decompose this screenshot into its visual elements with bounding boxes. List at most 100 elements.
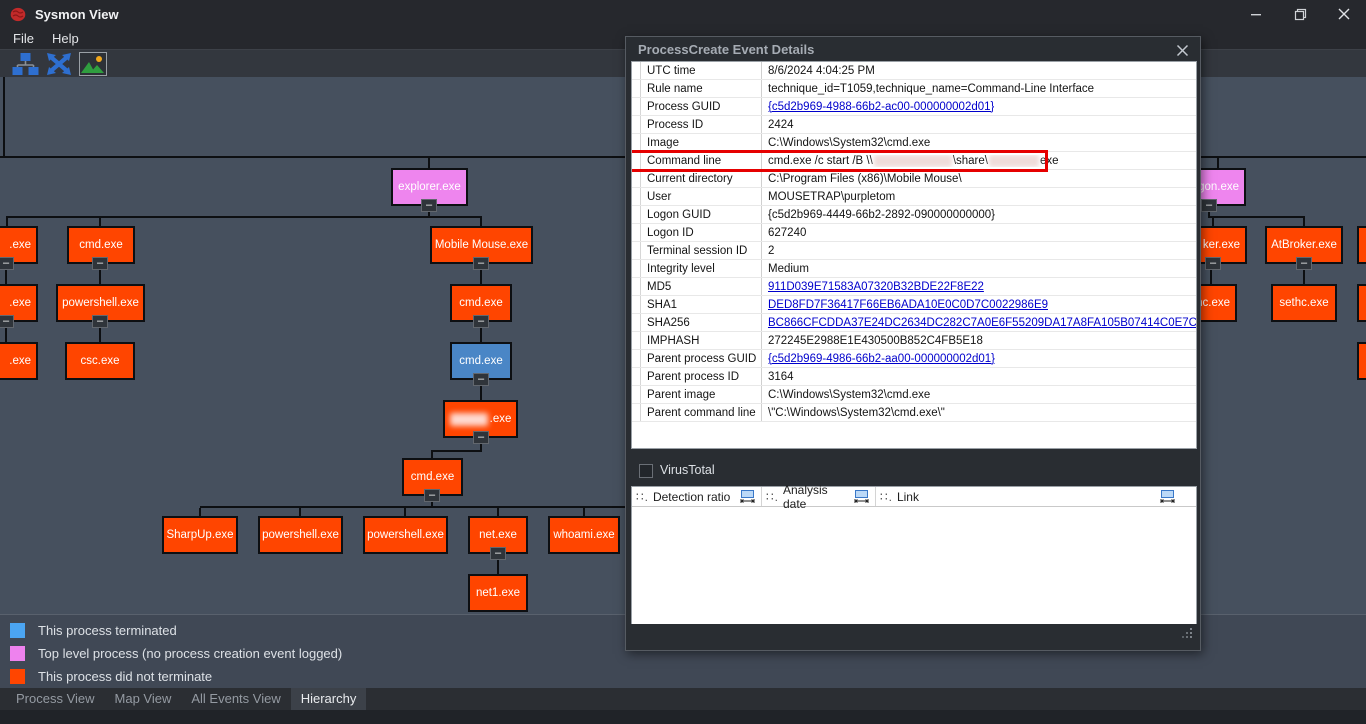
dialog-title: ProcessCreate Event Details xyxy=(638,42,814,57)
detail-field-name: Logon GUID xyxy=(641,206,762,223)
detail-field-value: \"C:\Windows\System32\cmd.exe\" xyxy=(762,407,945,419)
detail-value-link[interactable]: BC866CFCDDA37E24DC2634DC282C7A0E6F55209D… xyxy=(768,317,1196,329)
tree-connector-line xyxy=(6,216,482,218)
detail-row-utc-time: UTC time8/6/2024 4:04:25 PM xyxy=(632,62,1196,80)
process-node-powershell-exe[interactable]: powershell.exe xyxy=(363,516,448,554)
legend-item-label: This process did not terminate xyxy=(38,669,212,684)
detail-value-link[interactable]: 911D039E71583A07320B32BDE22F8E22 xyxy=(768,281,984,293)
detail-field-name: Parent image xyxy=(641,386,762,403)
detail-value-link[interactable]: {c5d2b969-4986-66b2-aa00-000000002d01} xyxy=(768,353,995,365)
virustotal-checkbox[interactable] xyxy=(639,464,653,478)
detail-field-value: {c5d2b969-4988-66b2-ac00-000000002d01} xyxy=(762,101,994,113)
row-header-cell xyxy=(632,224,641,241)
process-node--exe[interactable]: .exe xyxy=(0,342,38,380)
detail-field-name: Parent command line xyxy=(641,404,762,421)
collapse-toggle[interactable]: – xyxy=(1296,257,1312,270)
detail-row-sha1: SHA1DED8FD7F36417F66EB6ADA10E0C0D7C00229… xyxy=(632,296,1196,314)
hierarchy-view-icon[interactable] xyxy=(12,52,39,76)
detail-row-integrity-level: Integrity levelMedium xyxy=(632,260,1196,278)
detail-row-image: ImageC:\Windows\System32\cmd.exe xyxy=(632,134,1196,152)
virustotal-grid: ∷.Detection ratio∷.Analysis date∷.Link xyxy=(631,486,1197,625)
command-line-text: cmd.exe /c start /B \\ xyxy=(768,155,873,167)
collapse-toggle[interactable]: – xyxy=(473,257,489,270)
detail-field-value: 911D039E71583A07320B32BDE22F8E22 xyxy=(762,281,984,293)
process-node-powershell-exe[interactable]: powershell.exe xyxy=(258,516,343,554)
event-details-dialog: ProcessCreate Event Details UTC time8/6/… xyxy=(625,36,1201,651)
vt-column-label: Detection ratio xyxy=(653,490,730,504)
image-export-icon[interactable] xyxy=(79,52,107,76)
detail-value-link[interactable]: {c5d2b969-4988-66b2-ac00-000000002d01} xyxy=(768,101,994,113)
collapse-toggle[interactable]: – xyxy=(1201,199,1217,212)
row-header-cell xyxy=(632,116,641,133)
detail-field-value: BC866CFCDDA37E24DC2634DC282C7A0E6F55209D… xyxy=(762,317,1196,329)
tab-map-view[interactable]: Map View xyxy=(105,688,182,710)
expand-arrows-icon[interactable] xyxy=(46,52,72,76)
vt-column-detection-ratio[interactable]: ∷.Detection ratio xyxy=(632,487,762,506)
process-node-whoami-exe[interactable]: whoami.exe xyxy=(548,516,620,554)
command-line-text: exe xyxy=(1040,155,1059,167)
process-node-sharpup-exe[interactable]: SharpUp.exe xyxy=(162,516,238,554)
menu-item-file[interactable]: File xyxy=(4,29,43,48)
tree-connector-line xyxy=(3,77,5,156)
collapse-toggle[interactable]: – xyxy=(421,199,437,212)
column-sort-glyph: ∷. xyxy=(880,490,893,504)
collapse-toggle[interactable]: – xyxy=(473,315,489,328)
process-node-partial[interactable] xyxy=(1357,226,1366,264)
minimize-button[interactable] xyxy=(1234,0,1278,28)
maximize-button[interactable] xyxy=(1278,0,1322,28)
collapse-toggle[interactable]: – xyxy=(473,373,489,386)
detail-row-command-line: Command linecmd.exe /c start /B \\\share… xyxy=(632,152,1196,170)
row-header-cell xyxy=(632,296,641,313)
dialog-close-icon[interactable] xyxy=(1174,42,1190,58)
collapse-toggle[interactable]: – xyxy=(0,315,14,328)
process-node-net1-exe[interactable]: net1.exe xyxy=(468,574,528,612)
vt-column-analysis-date[interactable]: ∷.Analysis date xyxy=(762,487,876,506)
tab-hierarchy[interactable]: Hierarchy xyxy=(291,688,367,710)
tree-connector-line xyxy=(1212,218,1214,226)
tab-process-view[interactable]: Process View xyxy=(6,688,105,710)
redacted-value-blur xyxy=(989,155,1039,167)
collapse-toggle[interactable]: – xyxy=(92,257,108,270)
column-resize-icon[interactable] xyxy=(1159,490,1176,504)
close-button[interactable] xyxy=(1322,0,1366,28)
detail-field-value: 3164 xyxy=(762,371,794,383)
menu-item-help[interactable]: Help xyxy=(43,29,88,48)
process-node-csc-exe[interactable]: csc.exe xyxy=(65,342,135,380)
virustotal-label: VirusTotal xyxy=(660,463,715,477)
tab-all-events-view[interactable]: All Events View xyxy=(181,688,290,710)
detail-field-name: Current directory xyxy=(641,170,762,187)
detail-row-logon-guid: Logon GUID{c5d2b969-4449-66b2-2892-09000… xyxy=(632,206,1196,224)
process-node-partial[interactable] xyxy=(1357,284,1366,322)
detail-field-value: {c5d2b969-4449-66b2-2892-090000000000} xyxy=(762,209,995,221)
row-header-cell xyxy=(632,98,641,115)
collapse-toggle[interactable]: – xyxy=(424,489,440,502)
detail-row-user: UserMOUSETRAP\purpletom xyxy=(632,188,1196,206)
app-logo-icon xyxy=(10,7,26,22)
collapse-toggle[interactable]: – xyxy=(490,547,506,560)
collapse-toggle[interactable]: – xyxy=(473,431,489,444)
virustotal-grid-header: ∷.Detection ratio∷.Analysis date∷.Link xyxy=(632,487,1196,507)
resize-grip[interactable] xyxy=(1182,626,1193,644)
tree-connector-line xyxy=(404,508,406,516)
collapse-toggle[interactable]: – xyxy=(1205,257,1221,270)
legend-color-swatch xyxy=(10,646,25,661)
view-tabbar: Process ViewMap ViewAll Events ViewHiera… xyxy=(0,688,1366,710)
process-node-partial[interactable] xyxy=(1357,342,1366,380)
vt-column-link[interactable]: ∷.Link xyxy=(876,487,1196,506)
detail-value-link[interactable]: DED8FD7F36417F66EB6ADA10E0C0D7C0022986E9 xyxy=(768,299,1048,311)
process-node-sethc-exe[interactable]: sethc.exe xyxy=(1271,284,1337,322)
detail-field-name: Process GUID xyxy=(641,98,762,115)
detail-field-value: 8/6/2024 4:04:25 PM xyxy=(762,65,875,77)
detail-row-imphash: IMPHASH272245E2988E1E430500B852C4FB5E18 xyxy=(632,332,1196,350)
collapse-toggle[interactable]: – xyxy=(0,257,14,270)
detail-row-parent-process-guid: Parent process GUID{c5d2b969-4986-66b2-a… xyxy=(632,350,1196,368)
column-resize-icon[interactable] xyxy=(739,490,756,504)
detail-field-value: 627240 xyxy=(762,227,806,239)
detail-row-process-id: Process ID2424 xyxy=(632,116,1196,134)
column-resize-icon[interactable] xyxy=(853,490,870,504)
detail-row-parent-process-id: Parent process ID3164 xyxy=(632,368,1196,386)
collapse-toggle[interactable]: – xyxy=(92,315,108,328)
detail-field-value: C:\Windows\System32\cmd.exe xyxy=(762,389,930,401)
legend-color-swatch xyxy=(10,623,25,638)
redacted-name-blur xyxy=(450,413,488,426)
